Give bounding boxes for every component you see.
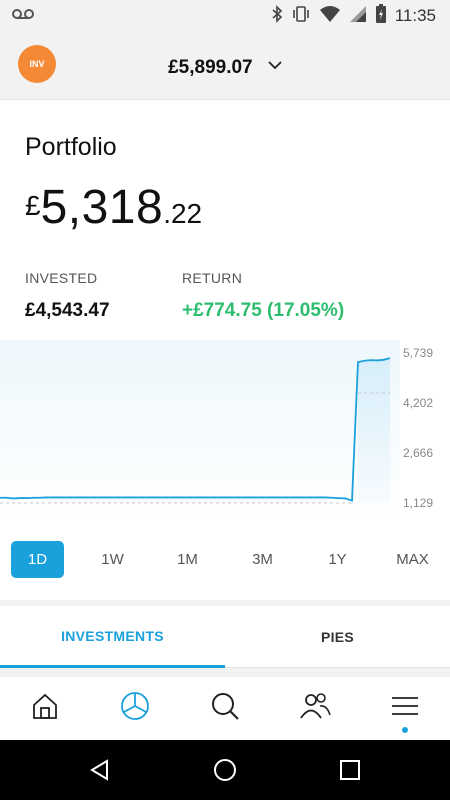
portfolio-value: £5,318.22 (25, 180, 202, 235)
nav-community[interactable] (270, 677, 360, 740)
return-value: +£774.75 (17.05%) (182, 300, 345, 321)
nav-home[interactable] (0, 677, 90, 740)
value-decimal: .22 (163, 198, 203, 229)
portfolio-chart[interactable]: 5,739 4,202 2,666 1,129 (0, 340, 450, 522)
tab-pies[interactable]: PIES (225, 606, 450, 668)
bluetooth-icon (271, 4, 283, 28)
y-tick-label: 4,202 (403, 396, 434, 410)
search-icon (209, 690, 241, 727)
currency-symbol: £ (25, 190, 41, 221)
portfolio-pie-icon (119, 690, 151, 727)
y-tick-label: 1,129 (403, 496, 434, 510)
nav-portfolio[interactable] (90, 677, 180, 740)
chart-background (0, 340, 400, 522)
time-range-selector: 1D 1W 1M 3M 1Y MAX (0, 541, 450, 579)
signal-icon (349, 5, 367, 28)
chart-area (358, 358, 390, 503)
menu-icon (391, 695, 419, 722)
return-label: RETURN (182, 270, 243, 286)
wifi-icon (319, 5, 341, 28)
notification-dot (402, 727, 408, 733)
chart-svg (0, 340, 400, 522)
invested-label: INVESTED (25, 270, 98, 286)
community-icon (298, 691, 332, 726)
account-value: £5,899.07 (168, 57, 253, 78)
y-tick-label: 2,666 (403, 446, 434, 460)
range-1m[interactable]: 1M (161, 541, 214, 578)
invested-stat: INVESTED £4,543.47 (25, 270, 110, 322)
range-3m[interactable]: 3M (236, 541, 289, 578)
vibrate-icon (291, 5, 311, 28)
page-title: Portfolio (25, 133, 117, 161)
bottom-navigation (0, 677, 450, 740)
recents-icon[interactable] (320, 740, 380, 800)
value-integer: 5,318 (40, 181, 164, 234)
y-tick-label: 5,739 (403, 346, 434, 360)
holdings-tabs: INVESTMENTS PIES (0, 606, 450, 668)
nav-menu[interactable] (360, 677, 450, 740)
return-stat: RETURN +£774.75 (17.05%) (182, 270, 344, 322)
system-navigation-bar (0, 740, 450, 800)
status-time: 11:35 (394, 6, 436, 25)
range-1w[interactable]: 1W (86, 541, 139, 578)
range-1d[interactable]: 1D (11, 541, 64, 578)
app-header: INV £5,899.07 (0, 32, 450, 100)
chevron-down-icon (268, 54, 282, 76)
invested-value: £4,543.47 (25, 300, 110, 321)
home-icon (31, 692, 59, 725)
section-divider (0, 668, 450, 677)
voicemail-icon (12, 7, 34, 26)
back-icon[interactable] (70, 740, 130, 800)
status-bar: 11:35 (0, 0, 450, 32)
account-selector[interactable]: £5,899.07 (0, 54, 450, 79)
tab-investments[interactable]: INVESTMENTS (0, 606, 225, 668)
range-max[interactable]: MAX (386, 541, 439, 578)
nav-search[interactable] (180, 677, 270, 740)
home-circle-icon[interactable] (195, 740, 255, 800)
range-1y[interactable]: 1Y (311, 541, 364, 578)
battery-icon (375, 3, 387, 29)
